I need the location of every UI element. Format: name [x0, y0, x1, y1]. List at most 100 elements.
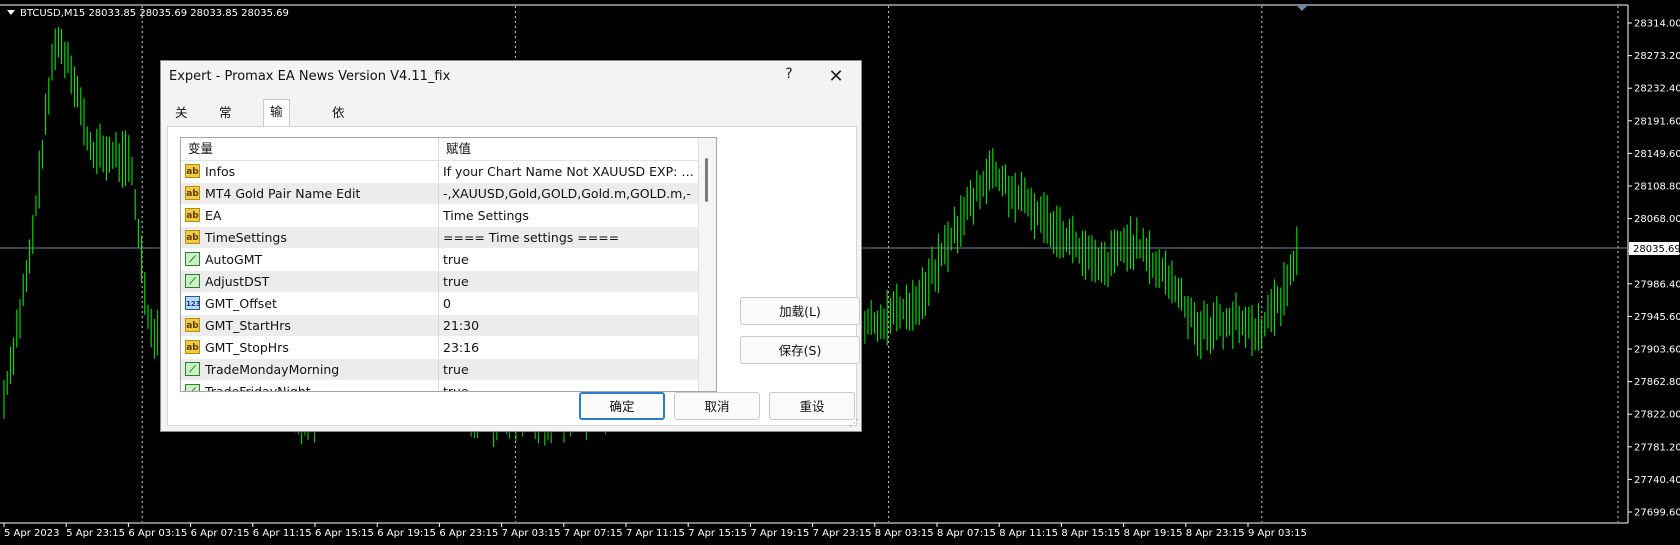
time-tick-label: 5 Apr 23:15 [66, 528, 125, 539]
string-type-icon: ab [185, 340, 200, 354]
parameter-value[interactable]: 0 [439, 293, 698, 314]
tab-common[interactable]: 常用 [213, 101, 238, 144]
chart-menu-arrow-icon[interactable] [7, 10, 15, 15]
time-tick-label: 6 Apr 23:15 [439, 528, 498, 539]
parameter-rows: ab Infos If your Chart Name Not XAUUSD EXP… [181, 161, 698, 391]
time-tick-label: 9 Apr 03:15 [1248, 528, 1307, 539]
parameter-name-cell: ab TimeSettings [181, 227, 439, 248]
inputs-panel: 变量 赋值 ab Infos If your Chart Name Not XAUU… [167, 126, 860, 426]
ok-button[interactable]: 确定 [579, 392, 665, 420]
price-tick-label: 28108.80 [1634, 182, 1680, 193]
grid-header: 变量 赋值 [181, 138, 698, 161]
time-tick-label: 7 Apr 19:15 [750, 528, 809, 539]
price-tick-label: 27699.60 [1634, 508, 1680, 519]
parameter-row[interactable]: ab TimeSettings ==== Time settings ==== [181, 227, 698, 249]
parameter-row[interactable]: ⟋ TradeMondayMorning true [181, 359, 698, 381]
time-tick-label: 7 Apr 03:15 [502, 528, 561, 539]
help-button[interactable]: ? [779, 66, 799, 82]
parameter-row[interactable]: ab EA Time Settings [181, 205, 698, 227]
parameter-row[interactable]: ab Infos If your Chart Name Not XAUUSD EXP… [181, 161, 698, 183]
parameter-value[interactable]: ==== Time settings ==== [439, 227, 698, 248]
cancel-button[interactable]: 取消 [674, 392, 760, 420]
time-tick-label: 7 Apr 11:15 [626, 528, 685, 539]
save-button[interactable]: 保存(S) [740, 336, 860, 364]
parameter-value[interactable]: 21:30 [439, 315, 698, 336]
chart-shift-marker-icon[interactable] [1296, 5, 1308, 11]
parameter-name: GMT_StopHrs [205, 340, 289, 355]
scrollbar-thumb[interactable] [705, 158, 708, 202]
chart-header: BTCUSD,M15 28033.85 28035.69 28033.85 28… [20, 8, 289, 19]
column-header-variable[interactable]: 变量 [181, 138, 439, 160]
current-price-label: 28035.69 [1633, 244, 1680, 255]
price-tick-label: 27781.20 [1634, 442, 1680, 453]
parameter-name-cell: ab GMT_StopHrs [181, 337, 439, 358]
parameter-name: AutoGMT [205, 252, 263, 267]
price-tick-label: 28232.40 [1634, 84, 1680, 95]
time-tick-label: 8 Apr 23:15 [1186, 528, 1245, 539]
parameter-name-cell: 123 GMT_Offset [181, 293, 439, 314]
parameter-row[interactable]: ab MT4 Gold Pair Name Edit -,XAUUSD,Gold,G… [181, 183, 698, 205]
parameter-name-cell: ⟋ TradeMondayMorning [181, 359, 439, 380]
price-axis: 28314.00 28273.20 28232.40 28191.60 28149.60… [1628, 19, 1680, 519]
resize-grip-icon[interactable]: ⋰ [849, 419, 859, 429]
price-tick-label: 27903.60 [1634, 345, 1680, 356]
parameter-row[interactable]: ⟋ TradeFridayNight true [181, 381, 698, 391]
time-tick-label: 7 Apr 23:15 [813, 528, 872, 539]
string-type-icon: ab [185, 318, 200, 332]
parameter-name: TradeMondayMorning [205, 362, 340, 377]
column-header-value[interactable]: 赋值 [439, 138, 698, 160]
parameter-row[interactable]: ab GMT_StartHrs 21:30 [181, 315, 698, 337]
parameter-row[interactable]: ab GMT_StopHrs 23:16 [181, 337, 698, 359]
price-tick-label: 28314.00 [1634, 19, 1680, 30]
parameter-name-cell: ⟋ AutoGMT [181, 249, 439, 270]
time-tick-label: 8 Apr 07:15 [937, 528, 996, 539]
reset-button[interactable]: 重设 [769, 392, 855, 420]
parameter-name: EA [205, 208, 222, 223]
parameter-row[interactable]: ⟋ AutoGMT true [181, 249, 698, 271]
parameter-value[interactable]: Time Settings [439, 205, 698, 226]
parameter-value[interactable]: true [439, 249, 698, 270]
parameter-value[interactable]: true [439, 381, 698, 391]
price-tick-label: 27945.60 [1634, 312, 1680, 323]
time-tick-label: 6 Apr 03:15 [128, 528, 187, 539]
parameter-name-cell: ⟋ AdjustDST [181, 271, 439, 292]
parameter-value[interactable]: true [439, 359, 698, 380]
price-tick-label: 28273.20 [1634, 51, 1680, 62]
parameter-value[interactable]: -,XAUUSD,Gold,GOLD,Gold.m,GOLD.m,- [439, 183, 698, 204]
parameters-grid[interactable]: 变量 赋值 ab Infos If your Chart Name Not XAUU… [180, 137, 717, 392]
parameter-name-cell: ab GMT_StartHrs [181, 315, 439, 336]
time-tick-label: 7 Apr 07:15 [564, 528, 623, 539]
string-type-icon: ab [185, 164, 200, 178]
parameter-row[interactable]: ⟋ AdjustDST true [181, 271, 698, 293]
price-tick-label: 28191.60 [1634, 116, 1680, 127]
close-icon[interactable]: ✕ [819, 64, 853, 90]
string-type-icon: ab [185, 208, 200, 222]
load-button[interactable]: 加载(L) [740, 297, 860, 325]
parameter-value[interactable]: If your Chart Name Not XAUUSD EXP: (X... [439, 161, 698, 182]
time-tick-label: 6 Apr 19:15 [377, 528, 436, 539]
number-type-icon: 123 [185, 296, 201, 310]
string-type-icon: ab [185, 186, 200, 200]
parameter-value[interactable]: 23:16 [439, 337, 698, 358]
parameter-name-cell: ⟋ TradeFridayNight [181, 381, 439, 391]
time-axis: 5 Apr 2023 5 Apr 23:15 6 Apr 03:15 6 Apr 07… [3, 523, 1307, 539]
parameter-row[interactable]: 123 GMT_Offset 0 [181, 293, 698, 315]
parameter-name: GMT_StartHrs [205, 318, 291, 333]
time-tick-label: 6 Apr 15:15 [315, 528, 374, 539]
time-tick-label: 8 Apr 15:15 [1061, 528, 1120, 539]
price-tick-label: 28149.60 [1634, 149, 1680, 160]
time-tick-label: 5 Apr 2023 [4, 528, 59, 539]
parameter-name: GMT_Offset [205, 296, 277, 311]
parameter-name-cell: ab MT4 Gold Pair Name Edit [181, 183, 439, 204]
parameter-name: AdjustDST [205, 274, 270, 289]
time-tick-label: 6 Apr 07:15 [191, 528, 250, 539]
boolean-type-icon: ⟋ [185, 384, 200, 391]
tab-inputs[interactable]: 输入参数 [263, 99, 290, 191]
parameter-value[interactable]: true [439, 271, 698, 292]
parameter-name-cell: ab Infos [181, 161, 439, 182]
tab-dependencies[interactable]: 依存关系 [326, 101, 351, 192]
tab-about[interactable]: 关于 [169, 101, 194, 144]
parameter-name-cell: ab EA [181, 205, 439, 226]
expert-properties-dialog[interactable]: Expert - Promax EA News Version V4.11_fi… [160, 60, 862, 432]
vertical-scrollbar[interactable] [698, 138, 716, 391]
